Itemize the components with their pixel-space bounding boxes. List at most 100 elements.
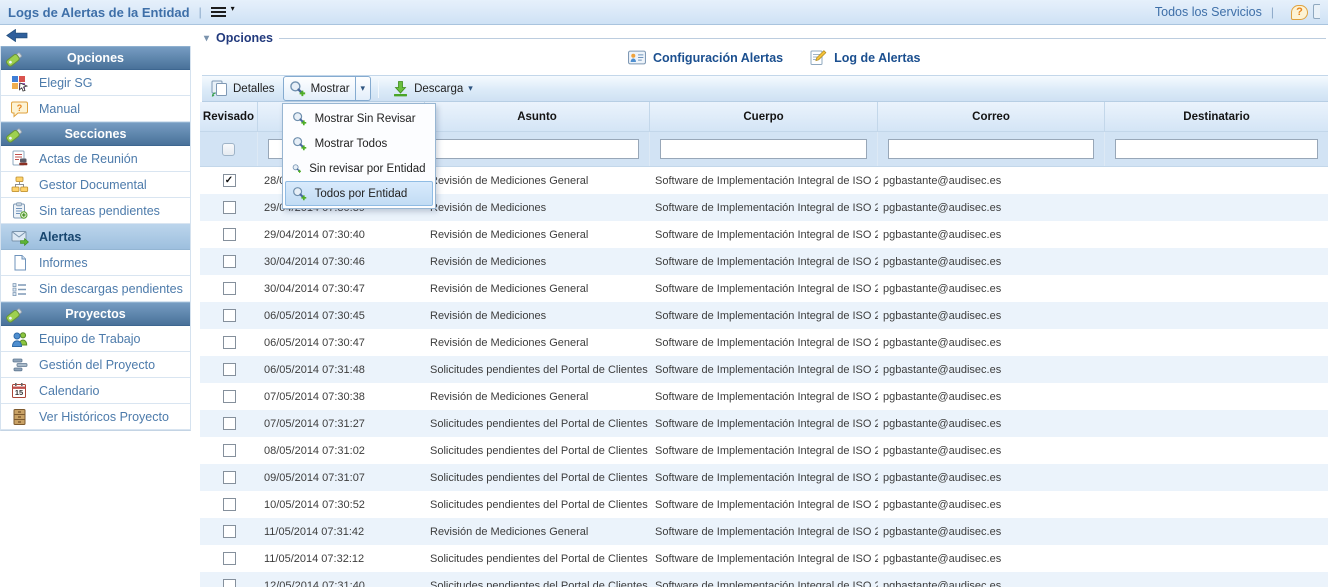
cell-cuerpo: Software de Implementación Integral de I… — [650, 310, 878, 322]
back-button[interactable] — [6, 29, 28, 45]
column-header[interactable]: Asunto — [425, 102, 650, 131]
table-row[interactable]: 07/05/2014 07:31:27 Solicitudes pendient… — [200, 410, 1328, 437]
config-alertas-link[interactable]: Configuración Alertas — [628, 50, 783, 65]
sidebar-item-calendario[interactable]: 15 Calendario — [1, 378, 190, 404]
menu-item[interactable]: Sin revisar por Entidad — [285, 156, 433, 181]
column-header[interactable]: Cuerpo — [650, 102, 878, 131]
section-label: Opciones — [67, 51, 124, 65]
table-row[interactable]: 09/05/2014 07:31:07 Solicitudes pendient… — [200, 464, 1328, 491]
row-checkbox[interactable] — [223, 498, 236, 511]
cell-correo: pgbastante@audisec.es — [878, 175, 1105, 187]
calendar-icon: 15 — [11, 382, 29, 400]
sidebar-item-alertas[interactable]: Alertas — [1, 224, 190, 250]
cell-cuerpo: Software de Implementación Integral de I… — [650, 418, 878, 430]
all-services-link[interactable]: Todos los Servicios — [1155, 5, 1262, 19]
help-icon[interactable]: ? — [1291, 5, 1308, 20]
sidebar-item-elegir-sg[interactable]: Elegir SG — [1, 70, 190, 96]
filter-correo-input[interactable] — [888, 139, 1094, 159]
cell-asunto: Revisión de Mediciones General — [425, 526, 650, 538]
row-checkbox[interactable] — [223, 201, 236, 214]
hamburger-menu-icon[interactable]: ▾ — [211, 6, 228, 18]
table-row[interactable]: 08/05/2014 07:31:02 Solicitudes pendient… — [200, 437, 1328, 464]
sidebar-section-secciones[interactable]: Secciones — [1, 122, 190, 146]
descarga-dropdown-arrow[interactable]: ▾ — [468, 84, 473, 93]
sidebar-item-sin-descargas[interactable]: Sin descargas pendientes — [1, 276, 190, 302]
svg-text:15: 15 — [15, 388, 23, 397]
mostrar-button[interactable]: Mostrar — [283, 76, 356, 101]
row-checkbox[interactable] — [223, 552, 236, 565]
download-icon — [392, 80, 409, 97]
mostrar-dropdown-arrow[interactable]: ▾ — [356, 76, 372, 101]
table-row[interactable]: 30/04/2014 07:30:46 Revisión de Medicion… — [200, 248, 1328, 275]
sidebar-section-proyectos[interactable]: Proyectos — [1, 302, 190, 326]
table-row[interactable]: 10/05/2014 07:30:52 Solicitudes pendient… — [200, 491, 1328, 518]
filter-asunto-input[interactable] — [435, 139, 639, 159]
row-checkbox[interactable] — [223, 525, 236, 538]
section-label: Secciones — [65, 127, 127, 141]
filter-revisado-checkbox[interactable] — [222, 143, 235, 156]
cell-cuerpo: Software de Implementación Integral de I… — [650, 445, 878, 457]
filter-destinatario-input[interactable] — [1115, 139, 1318, 159]
cell-cuerpo: Software de Implementación Integral de I… — [650, 364, 878, 376]
cell-fecha: 06/05/2014 07:30:47 — [258, 337, 425, 349]
sidebar-item-informes[interactable]: Informes — [1, 250, 190, 276]
row-checkbox[interactable]: ✓ — [223, 174, 236, 187]
row-checkbox[interactable] — [223, 336, 236, 349]
menu-item[interactable]: Todos por Entidad — [285, 181, 433, 206]
page-title: Logs de Alertas de la Entidad — [8, 5, 190, 20]
section-rule — [279, 38, 1326, 39]
table-row[interactable]: 06/05/2014 07:31:48 Solicitudes pendient… — [200, 356, 1328, 383]
row-checkbox[interactable] — [223, 579, 236, 587]
filter-cuerpo-input[interactable] — [660, 139, 867, 159]
column-header[interactable]: Revisado — [200, 102, 258, 131]
menu-item[interactable]: Mostrar Sin Revisar — [285, 106, 433, 131]
sidebar-item-gestor-documental[interactable]: Gestor Documental — [1, 172, 190, 198]
cell-fecha: 07/05/2014 07:31:27 — [258, 418, 425, 430]
cell-asunto: Revisión de Mediciones General — [425, 337, 650, 349]
row-checkbox[interactable] — [223, 228, 236, 241]
table-row[interactable]: 30/04/2014 07:30:47 Revisión de Medicion… — [200, 275, 1328, 302]
table-row[interactable]: 12/05/2014 07:31:40 Solicitudes pendient… — [200, 572, 1328, 587]
row-checkbox[interactable] — [223, 255, 236, 268]
top-bar: Logs de Alertas de la Entidad | ▾ Todos … — [0, 0, 1328, 25]
cell-cuerpo: Software de Implementación Integral de I… — [650, 337, 878, 349]
table-row[interactable]: 11/05/2014 07:31:42 Revisión de Medicion… — [200, 518, 1328, 545]
log-alertas-label: Log de Alertas — [834, 51, 920, 65]
table-row[interactable]: 29/04/2014 07:30:40 Revisión de Medicion… — [200, 221, 1328, 248]
table-row[interactable]: 06/05/2014 07:30:45 Revisión de Medicion… — [200, 302, 1328, 329]
sidebar-item-equipo[interactable]: Equipo de Trabajo — [1, 326, 190, 352]
table-row[interactable]: 11/05/2014 07:32:12 Solicitudes pendient… — [200, 545, 1328, 572]
menu-item[interactable]: Mostrar Todos — [285, 131, 433, 156]
column-header[interactable]: Destinatario — [1105, 102, 1328, 131]
row-checkbox[interactable] — [223, 417, 236, 430]
cell-asunto: Solicitudes pendientes del Portal de Cli… — [425, 580, 650, 587]
row-checkbox[interactable] — [223, 444, 236, 457]
row-checkbox[interactable] — [223, 282, 236, 295]
cell-correo: pgbastante@audisec.es — [878, 337, 1105, 349]
options-section-toggle[interactable]: ▾ Opciones — [204, 31, 1326, 45]
magnifier-plus-icon — [292, 111, 307, 126]
id-card-icon — [628, 50, 646, 65]
sidebar-section-opciones[interactable]: Opciones — [1, 46, 190, 70]
sidebar-item-actas[interactable]: Actas de Reunión — [1, 146, 190, 172]
sg-grid-icon — [11, 74, 29, 92]
clipboard-icon — [11, 202, 29, 220]
row-checkbox[interactable] — [223, 471, 236, 484]
sidebar-item-manual[interactable]: ? Manual — [1, 96, 190, 122]
cell-fecha: 30/04/2014 07:30:46 — [258, 256, 425, 268]
row-checkbox[interactable] — [223, 363, 236, 376]
cell-cuerpo: Software de Implementación Integral de I… — [650, 229, 878, 241]
detalles-button[interactable]: Detalles — [205, 76, 281, 101]
log-alertas-link[interactable]: Log de Alertas — [809, 49, 920, 66]
column-header[interactable]: Correo — [878, 102, 1105, 131]
sidebar-item-historicos[interactable]: Ver Históricos Proyecto — [1, 404, 190, 430]
cell-correo: pgbastante@audisec.es — [878, 202, 1105, 214]
descarga-button[interactable]: Descarga ▾ — [386, 76, 479, 101]
row-checkbox[interactable] — [223, 309, 236, 322]
sidebar-item-sin-tareas[interactable]: Sin tareas pendientes — [1, 198, 190, 224]
sidebar-item-gestion-proyecto[interactable]: Gestión del Proyecto — [1, 352, 190, 378]
table-row[interactable]: 07/05/2014 07:30:38 Revisión de Medicion… — [200, 383, 1328, 410]
row-checkbox[interactable] — [223, 390, 236, 403]
section-label: Proyectos — [65, 307, 125, 321]
table-row[interactable]: 06/05/2014 07:30:47 Revisión de Medicion… — [200, 329, 1328, 356]
